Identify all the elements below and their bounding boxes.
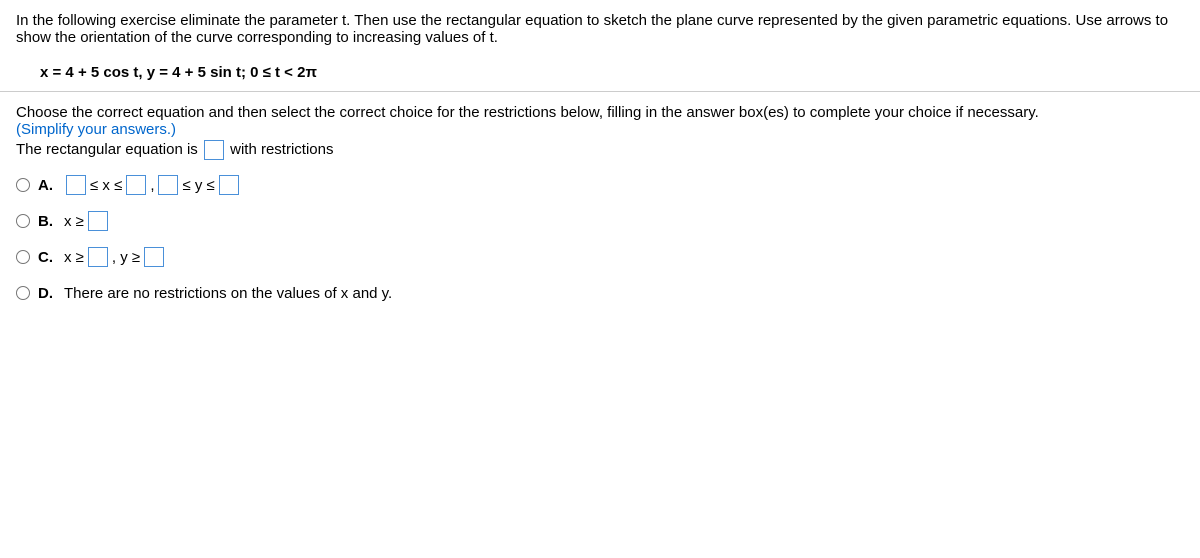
option-c-x-input[interactable] <box>88 247 108 267</box>
option-c-radio[interactable] <box>16 250 30 264</box>
question-prompt: Choose the correct equation and then sel… <box>16 104 1184 121</box>
simplify-note: (Simplify your answers.) <box>16 121 1184 138</box>
option-d-text: There are no restrictions on the values … <box>64 285 392 302</box>
rect-eq-suffix: with restrictions <box>230 141 333 158</box>
instructions-text: In the following exercise eliminate the … <box>16 12 1184 56</box>
rect-eq-prefix: The rectangular equation is <box>16 141 198 158</box>
option-a-row: A. ≤ x ≤ , ≤ y ≤ <box>16 172 1184 198</box>
rect-eq-input[interactable] <box>204 140 224 160</box>
option-c-comma-yge: , y ≥ <box>112 249 140 266</box>
option-a-ymin-input[interactable] <box>158 175 178 195</box>
options-group: A. ≤ x ≤ , ≤ y ≤ B. x ≥ C. x ≥ <box>16 172 1184 306</box>
option-a-content: ≤ x ≤ , ≤ y ≤ <box>64 175 241 195</box>
option-b-radio[interactable] <box>16 214 30 228</box>
option-a-comma: , <box>150 177 154 194</box>
option-a-lexle: ≤ x ≤ <box>90 177 122 194</box>
option-a-xmax-input[interactable] <box>126 175 146 195</box>
option-b-x-input[interactable] <box>88 211 108 231</box>
option-b-content: x ≥ <box>64 211 110 231</box>
option-a-radio[interactable] <box>16 178 30 192</box>
option-c-label: C. <box>38 249 56 266</box>
option-b-xge: x ≥ <box>64 213 84 230</box>
option-c-xge: x ≥ <box>64 249 84 266</box>
rectangular-equation-line: The rectangular equation is with restric… <box>16 140 1184 160</box>
option-a-xmin-input[interactable] <box>66 175 86 195</box>
option-b-label: B. <box>38 213 56 230</box>
option-c-y-input[interactable] <box>144 247 164 267</box>
option-d-radio[interactable] <box>16 286 30 300</box>
option-c-content: x ≥ , y ≥ <box>64 247 166 267</box>
option-a-ymax-input[interactable] <box>219 175 239 195</box>
option-b-row: B. x ≥ <box>16 208 1184 234</box>
option-d-row: D. There are no restrictions on the valu… <box>16 280 1184 306</box>
option-a-label: A. <box>38 177 56 194</box>
option-d-label: D. <box>38 285 56 302</box>
section-divider <box>0 91 1200 92</box>
option-a-leyle: ≤ y ≤ <box>182 177 214 194</box>
parametric-equations: x = 4 + 5 cos t, y = 4 + 5 sin t; 0 ≤ t … <box>16 56 1184 91</box>
option-c-row: C. x ≥ , y ≥ <box>16 244 1184 270</box>
